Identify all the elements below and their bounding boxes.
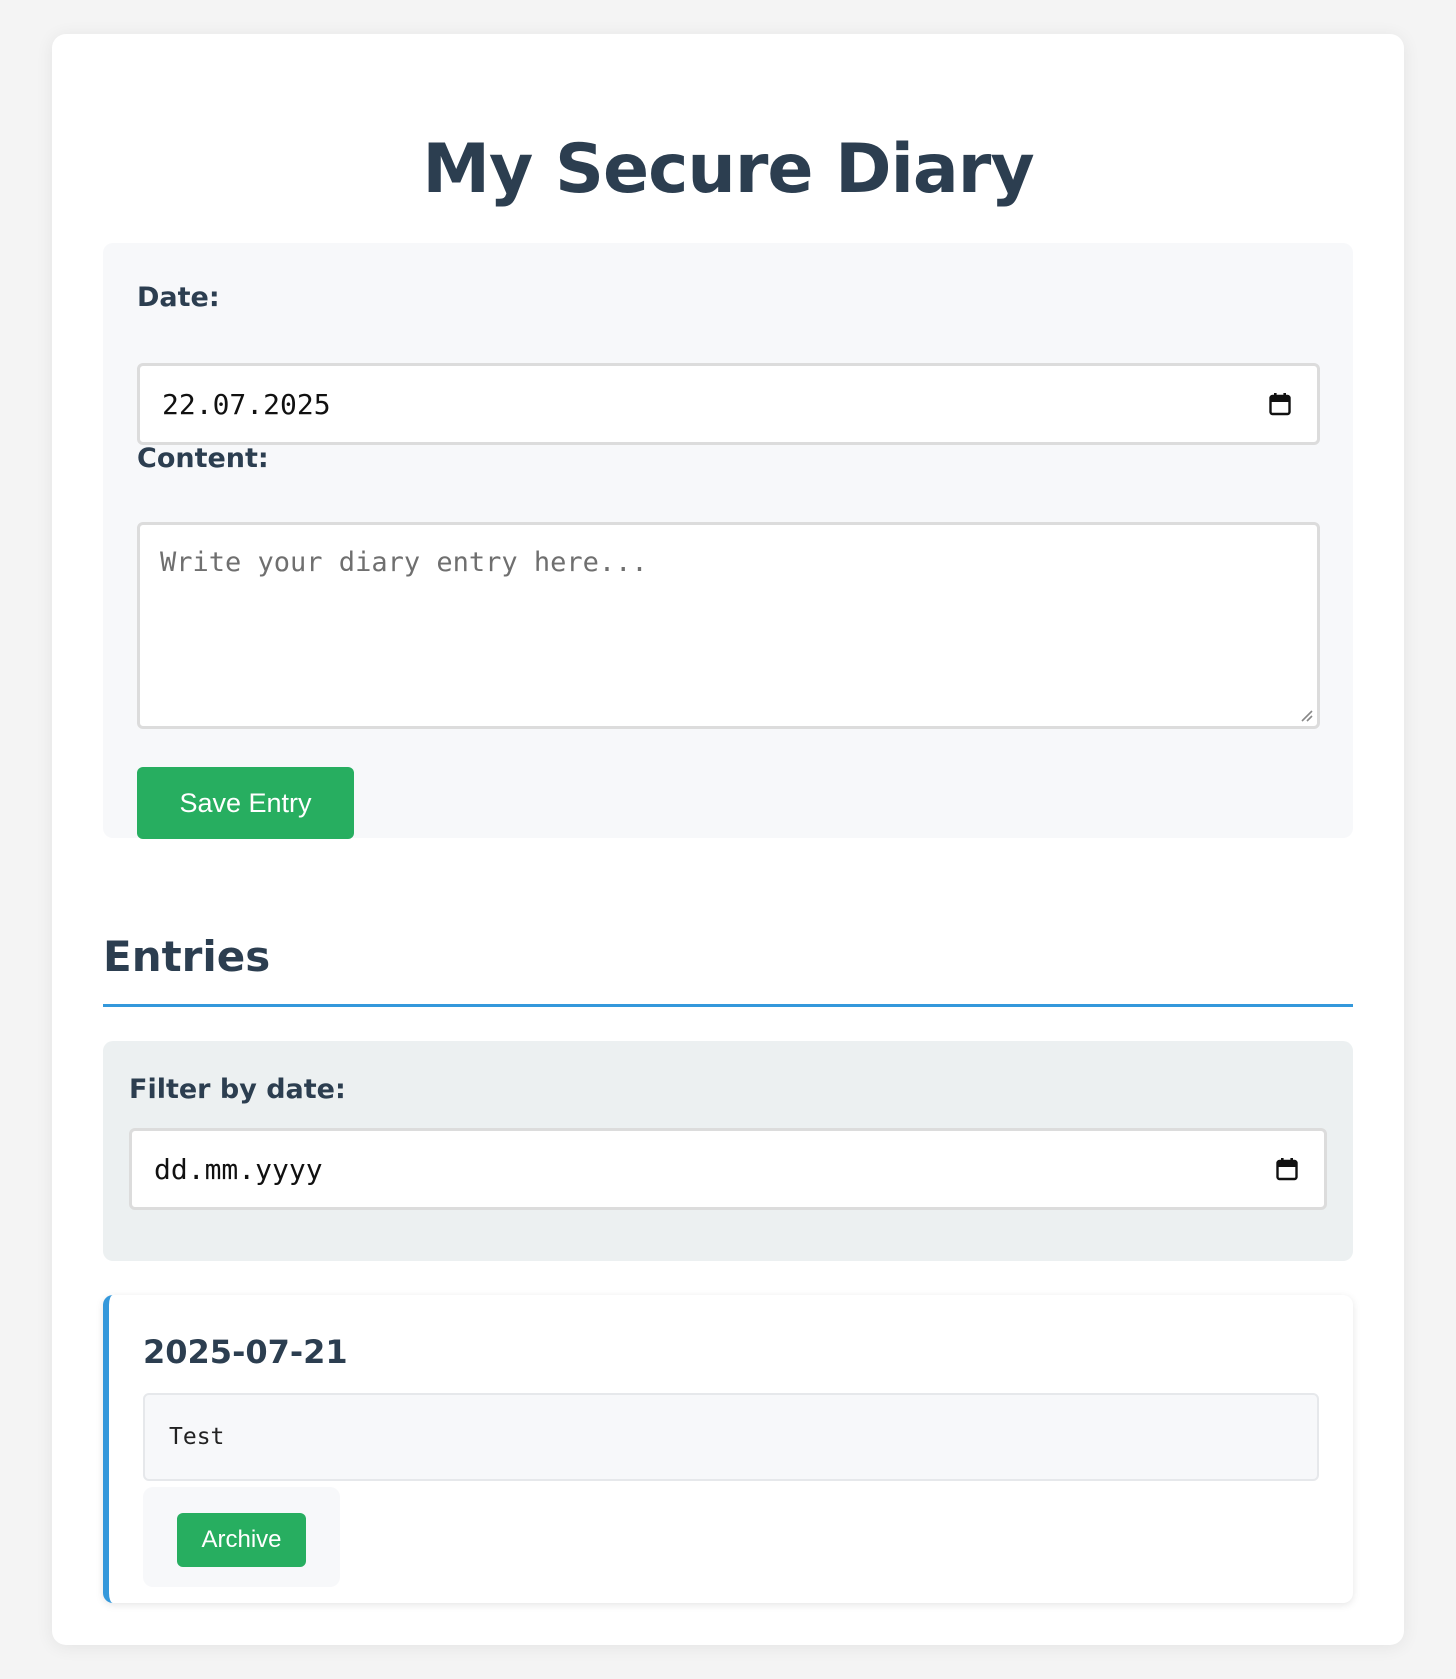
date-label: Date: (137, 282, 220, 313)
date-input-value: 22.07.2025 (162, 387, 331, 421)
entries-divider (103, 1004, 1353, 1007)
entry-date: 2025-07-21 (143, 1333, 348, 1371)
filter-date-placeholder: dd.mm.yyyy (154, 1152, 323, 1186)
filter-date-input[interactable]: dd.mm.yyyy (129, 1128, 1327, 1210)
page-title: My Secure Diary (422, 130, 1034, 209)
content-textarea[interactable]: Write your diary entry here... (137, 522, 1320, 729)
diary-entry-card: 2025-07-21 Test Archive (103, 1295, 1353, 1603)
entry-content-text: Test (169, 1424, 225, 1450)
entry-content: Test (143, 1393, 1319, 1481)
filter-panel: Filter by date: dd.mm.yyyy (103, 1041, 1353, 1261)
calendar-icon[interactable] (1276, 1157, 1298, 1181)
archive-button[interactable]: Archive (177, 1513, 306, 1567)
diary-container: My Secure Diary Date: 22.07.2025 Content… (52, 34, 1404, 1645)
resize-handle-icon[interactable] (1299, 708, 1313, 722)
content-placeholder: Write your diary entry here... (160, 547, 648, 578)
filter-label: Filter by date: (129, 1074, 346, 1105)
content-label: Content: (137, 443, 269, 474)
calendar-icon[interactable] (1269, 392, 1291, 416)
entry-actions: Archive (143, 1487, 340, 1587)
save-entry-button[interactable]: Save Entry (137, 767, 354, 839)
entries-heading: Entries (103, 932, 271, 981)
new-entry-form: Date: 22.07.2025 Content: Write your dia… (103, 243, 1353, 839)
date-input[interactable]: 22.07.2025 (137, 363, 1320, 445)
